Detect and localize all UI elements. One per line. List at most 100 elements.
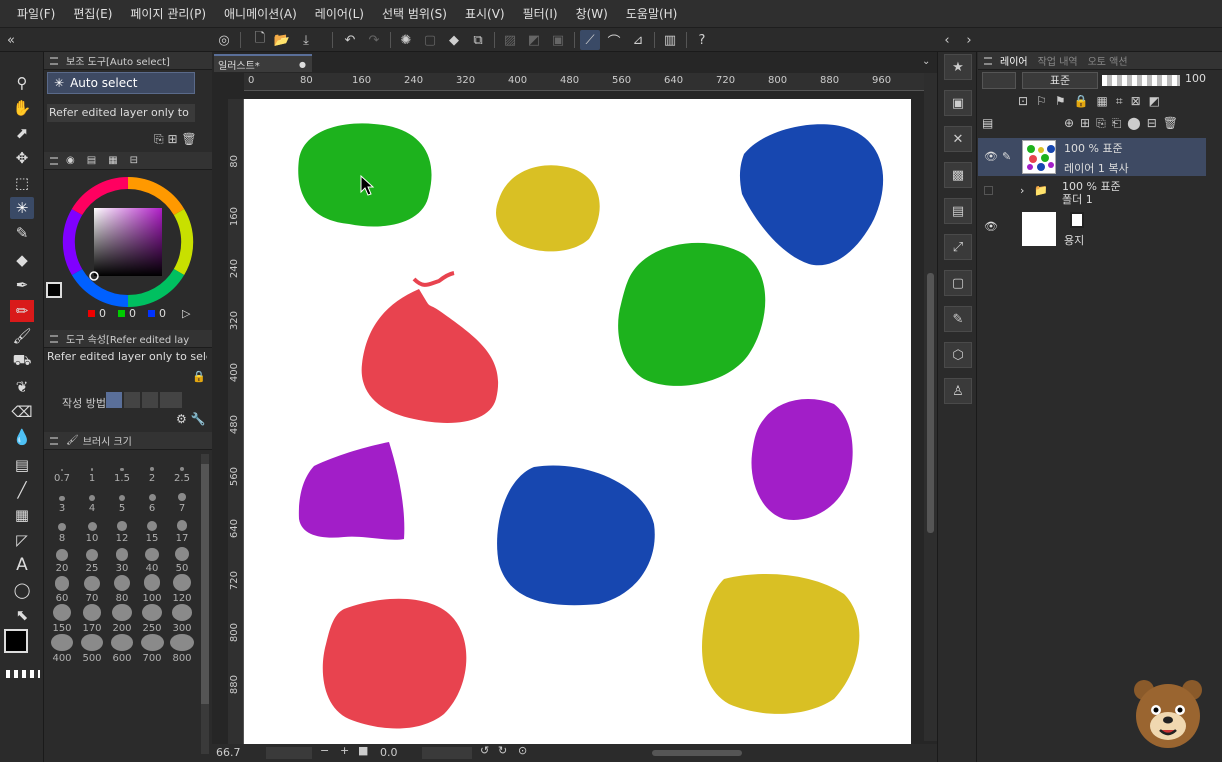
layer-property-icon-small[interactable]: ▤ xyxy=(982,116,993,130)
menu-view[interactable]: 표시(V) xyxy=(456,0,514,28)
edit-pen-icon[interactable]: ✎ xyxy=(1002,150,1011,163)
balloon-tool-icon[interactable]: ◯ xyxy=(10,579,34,601)
menu-file[interactable]: 파일(F) xyxy=(8,0,64,28)
move-layer-tool-icon[interactable]: ✥ xyxy=(10,147,34,169)
menu-edit[interactable]: 편집(E) xyxy=(64,0,121,28)
fill-tool-icon[interactable]: ◆ xyxy=(10,249,34,271)
favorites-icon[interactable]: ★ xyxy=(944,54,972,80)
zoom-tool-icon[interactable]: ⚲ xyxy=(10,72,34,94)
brush-size-item[interactable]: 40 xyxy=(137,544,167,574)
fit-icon[interactable]: ■ xyxy=(358,744,368,757)
deselect-icon[interactable]: ▨ xyxy=(500,30,520,50)
add-subtool-icon[interactable]: ⊞ xyxy=(167,132,177,146)
mode-buttons[interactable] xyxy=(106,392,196,408)
brush-size-item[interactable]: 400 xyxy=(47,634,77,664)
paper-visibility-eye-icon[interactable]: 👁 xyxy=(984,220,998,233)
brush-size-item[interactable]: 7 xyxy=(167,484,197,514)
color-slider-tab-icon[interactable]: ▤ xyxy=(87,155,96,166)
text-tool-icon[interactable]: A xyxy=(10,554,34,576)
brush-size-item[interactable]: 170 xyxy=(77,604,107,634)
zoom-value[interactable]: 66.7 xyxy=(216,746,241,759)
brush-size-item[interactable]: 17 xyxy=(167,514,197,544)
brush-size-item[interactable]: 60 xyxy=(47,574,77,604)
airbrush-tool-icon[interactable]: ⛟ xyxy=(10,350,34,372)
new-file-icon[interactable]: 🗋 xyxy=(250,30,270,50)
brush-size-item[interactable]: 1 xyxy=(77,454,107,484)
frame-tool-icon[interactable]: ▦ xyxy=(10,504,34,526)
brush-size-item[interactable]: 100 xyxy=(137,574,167,604)
layer-row-copy[interactable]: 👁 ✎ 100 % 표준 레이어 1 복사 xyxy=(978,138,1206,176)
resize-icon[interactable]: ⤢ xyxy=(944,234,972,260)
invert-selection-icon[interactable]: ◩ xyxy=(524,30,544,50)
collapse-right-panel-icon[interactable]: ‹ xyxy=(940,30,954,50)
layer-row-paper[interactable]: 👁 용지 xyxy=(978,208,1206,248)
menu-filter[interactable]: 필터(I) xyxy=(514,0,567,28)
color-set-tab-icon[interactable]: ▦ xyxy=(108,155,117,166)
brush-scrollbar[interactable] xyxy=(201,454,209,754)
opacity-value[interactable]: 100 xyxy=(1185,72,1206,85)
brush-size-item[interactable]: 70 xyxy=(77,574,107,604)
brush-size-item[interactable]: 120 xyxy=(167,574,197,604)
menu-layer[interactable]: 레이어(L) xyxy=(306,0,373,28)
brush-size-item[interactable]: 800 xyxy=(167,634,197,664)
visibility-eye-icon[interactable]: 👁 xyxy=(984,150,998,163)
close-tab-icon[interactable]: ● xyxy=(299,60,306,69)
brush-size-item[interactable]: 4 xyxy=(77,484,107,514)
brush-size-item[interactable]: 600 xyxy=(107,634,137,664)
blend-mode-select[interactable]: 표준 xyxy=(1022,72,1098,89)
color-main-mini[interactable] xyxy=(46,282,62,298)
save-icon[interactable]: ⤓ xyxy=(296,30,316,50)
color-wheel-tab-icon[interactable]: ◉ xyxy=(66,155,75,166)
menu-page[interactable]: 페이지 관리(P) xyxy=(121,0,215,28)
brush-size-item[interactable]: 30 xyxy=(107,544,137,574)
eyedropper-tool-icon[interactable]: ✎ xyxy=(10,222,34,244)
decoration-tool-icon[interactable]: ❦ xyxy=(10,376,34,398)
brush-size-item[interactable]: 300 xyxy=(167,604,197,634)
hscroll-bar[interactable] xyxy=(652,750,742,756)
layer-property-icon[interactable]: ▤ xyxy=(944,198,972,224)
brush-size-item[interactable]: 2 xyxy=(137,454,167,484)
tone-icon[interactable]: ▩ xyxy=(944,162,972,188)
navigator-icon[interactable]: ▣ xyxy=(944,90,972,116)
brush-size-item[interactable]: 2.5 xyxy=(167,454,197,484)
pen-tool-icon[interactable]: ✒ xyxy=(10,274,34,296)
brush-size-item[interactable]: 20 xyxy=(47,544,77,574)
brush-size-item[interactable]: 50 xyxy=(167,544,197,574)
canvas-paper[interactable] xyxy=(244,99,911,745)
menu-window[interactable]: 창(W) xyxy=(567,0,617,28)
selection-tool-icon[interactable]: ⬚ xyxy=(10,172,34,194)
zoom-in-icon[interactable]: + xyxy=(340,744,349,757)
brush-size-item[interactable]: 700 xyxy=(137,634,167,664)
gradient-tool-icon[interactable]: ▤ xyxy=(10,454,34,476)
blend-tool-icon[interactable]: 💧 xyxy=(10,426,34,448)
canvas-menu-icon[interactable]: ⌄ xyxy=(922,56,930,67)
brush-size-item[interactable]: 8 xyxy=(47,514,77,544)
opacity-slider[interactable] xyxy=(1102,75,1180,86)
grid-snap-icon[interactable]: ⊿ xyxy=(628,30,648,50)
brush-size-item[interactable]: 15 xyxy=(137,514,167,544)
layer-row-folder[interactable]: › 📁 100 % 표준 폴더 1 xyxy=(978,178,1206,206)
image-material-icon[interactable]: ▢ xyxy=(944,270,972,296)
angle-value[interactable]: 0.0 xyxy=(380,746,398,759)
hand-tool-icon[interactable]: ✋ xyxy=(10,97,34,119)
correct-line-tool-icon[interactable]: ⬉ xyxy=(10,604,34,626)
menu-animation[interactable]: 애니메이션(A) xyxy=(215,0,306,28)
brush-size-item[interactable]: 0.7 xyxy=(47,454,77,484)
layer-color-button[interactable] xyxy=(982,72,1016,89)
subtool-option[interactable]: Refer edited layer only to xyxy=(47,104,195,122)
transform-icon[interactable]: ⧉ xyxy=(468,30,488,50)
pose-icon[interactable]: ♙ xyxy=(944,378,972,404)
figure-tool-icon[interactable]: ╱ xyxy=(10,479,34,501)
brush-size-item[interactable]: 6 xyxy=(137,484,167,514)
redo-icon[interactable]: ↷ xyxy=(364,30,384,50)
brush-size-item[interactable]: 80 xyxy=(107,574,137,604)
expand-folder-icon[interactable]: › xyxy=(1020,184,1024,197)
eraser-tool-icon[interactable]: ⌫ xyxy=(10,401,34,423)
brush-size-item[interactable]: 5 xyxy=(107,484,137,514)
special-ruler-snap-icon[interactable]: ⌒ xyxy=(604,30,624,50)
collapse-left-icon[interactable]: « xyxy=(4,30,18,50)
angle-slider[interactable] xyxy=(422,747,472,759)
transparent-color-swatch[interactable] xyxy=(6,670,40,678)
auto-select-tool-icon[interactable]: ✳ xyxy=(10,197,34,219)
undo-icon[interactable]: ↶ xyxy=(340,30,360,50)
